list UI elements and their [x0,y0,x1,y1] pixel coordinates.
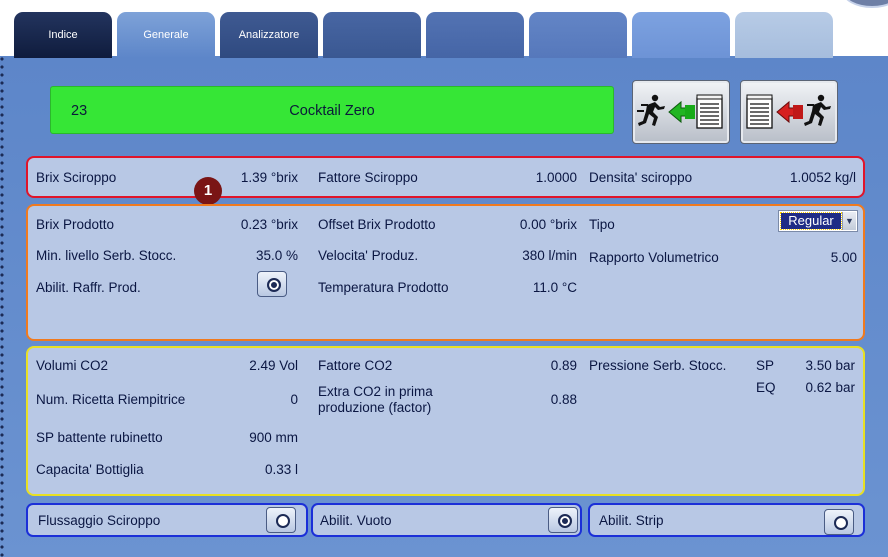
start-production-button[interactable] [632,80,730,144]
min-level-label: Min. livello Serb. Stocc. [36,248,177,263]
tab-label: Analizzatore [238,29,300,41]
cooling-enable-label: Abilit. Raffr. Prod. [36,280,141,295]
volumetric-ratio-label: Rapporto Volumetrico [589,250,719,265]
tap-level-label: SP battente rubinetto [36,430,163,445]
spiral-binding [0,56,6,557]
tab-empty-8[interactable] [735,12,833,58]
tab-empty-7[interactable] [632,12,730,58]
recipe-name: Cocktail Zero [289,103,375,119]
tab-label: Indice [48,29,78,41]
pressure-eq-label: EQ [756,380,776,395]
tab-label: Generale [143,29,189,41]
product-temp-label: Temperatura Prodotto [318,280,449,295]
cooling-enable-toggle[interactable] [257,271,287,297]
tab-empty-4[interactable] [323,12,421,58]
vacuum-enable-toggle[interactable] [548,507,578,533]
production-speed-value: 380 l/min [522,248,577,263]
production-speed-label: Velocita' Produz. [318,248,419,263]
tab-analizzatore[interactable]: Analizzatore [220,12,318,58]
syrup-panel [26,156,865,198]
co2-factor-label: Fattore CO2 [318,358,393,373]
filler-recipe-label: Num. Ricetta Riempitrice [36,392,186,407]
bottle-capacity-label: Capacita' Bottiglia [36,462,144,477]
vacuum-enable-label: Abilit. Vuoto [320,513,392,528]
pressure-sp-value: 3.50 bar [805,358,855,373]
min-level-value: 35.0 % [255,248,298,263]
type-select-value: Regular [780,212,842,230]
product-brix-label: Brix Prodotto [36,217,115,232]
syrup-density-value: 1.0052 kg/l [789,170,856,185]
strip-enable-toggle[interactable] [824,509,854,535]
extra-co2-value: 0.88 [550,392,577,407]
syrup-flush-label: Flussaggio Sciroppo [38,513,161,528]
annotation-marker: 1 [194,177,222,205]
co2-volumes-value: 2.49 Vol [249,358,298,373]
bottle-capacity-value: 0.33 l [264,462,298,477]
tank-pressure-label: Pressione Serb. Stocc. [589,358,727,373]
product-temp-value: 11.0 °C [532,280,577,295]
strip-enable-label: Abilit. Strip [599,513,664,528]
syrup-factor-value: 1.0000 [535,170,577,185]
stop-production-button[interactable] [740,80,838,144]
extra-co2-label: Extra CO2 in prima produzione (factor) [318,384,433,415]
corner-orb-icon [842,0,888,8]
co2-volumes-label: Volumi CO2 [36,358,109,373]
type-select[interactable]: Regular ▼ [778,210,858,232]
pressure-sp-label: SP [756,358,775,373]
tab-generale[interactable]: Generale [117,12,215,58]
tab-indice[interactable]: Indice [14,12,112,58]
pressure-eq-value: 0.62 bar [805,380,855,395]
document-red-to-run-icon [746,94,831,129]
tab-empty-6[interactable] [529,12,627,58]
co2-panel [26,346,865,496]
recipe-bar: 23 Cocktail Zero [50,86,614,134]
syrup-brix-label: Brix Sciroppo [36,170,117,185]
filler-recipe-value: 0 [290,392,298,407]
syrup-factor-label: Fattore Sciroppo [318,170,418,185]
offset-brix-label: Offset Brix Prodotto [318,217,436,232]
syrup-density-label: Densita' sciroppo [589,170,693,185]
syrup-brix-value: 1.39 °brix [240,170,298,185]
syrup-flush-toggle[interactable] [266,507,296,533]
run-green-to-document-icon [637,94,723,129]
type-label: Tipo [589,217,615,232]
volumetric-ratio-value: 5.00 [830,250,857,265]
co2-factor-value: 0.89 [550,358,577,373]
tab-empty-5[interactable] [426,12,524,58]
chevron-down-icon[interactable]: ▼ [842,212,856,230]
tap-level-value: 900 mm [249,430,298,445]
product-panel [26,204,865,341]
offset-brix-value: 0.00 °brix [519,217,577,232]
product-brix-value: 0.23 °brix [240,217,298,232]
